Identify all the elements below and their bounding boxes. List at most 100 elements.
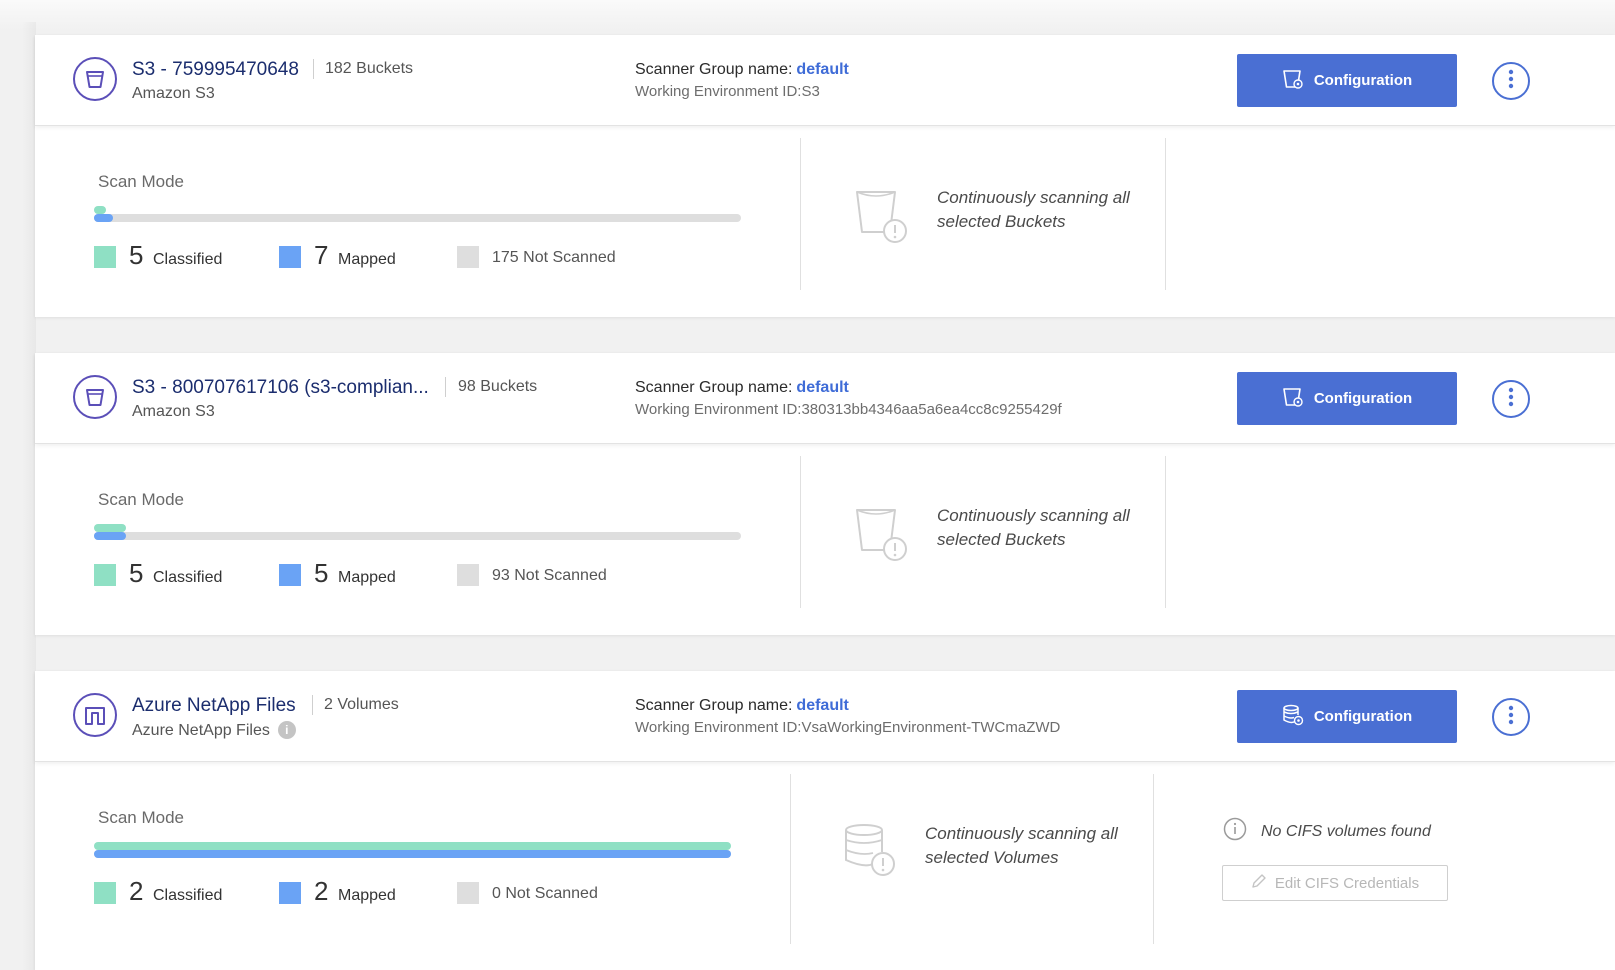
scan-mode-label: Scan Mode bbox=[98, 808, 184, 827]
classified-label: Classified bbox=[153, 569, 223, 586]
bucket-settings-icon bbox=[1282, 68, 1304, 94]
classified-count: 5 bbox=[129, 558, 144, 588]
mapped-progress-fill bbox=[94, 850, 731, 858]
environment-name[interactable]: S3 - 800707617106 (s3-complian... bbox=[132, 377, 429, 399]
scanner-group-label: Scanner Group name: bbox=[635, 379, 793, 396]
bucket-count: 182 Buckets bbox=[325, 60, 414, 77]
mapped-progress-fill bbox=[94, 214, 114, 222]
vertical-dots-icon bbox=[1508, 387, 1514, 412]
mapped-label: Mapped bbox=[338, 887, 396, 904]
configuration-button[interactable]: Configuration bbox=[1237, 690, 1457, 743]
scanner-group-value[interactable]: default bbox=[796, 379, 848, 396]
environment-card-s3-800707617106: S3 - 800707617106 (s3-complian... 98 Buc… bbox=[35, 353, 1615, 635]
not-scanned-label: 0 Not Scanned bbox=[492, 885, 598, 902]
environment-type-label: Azure NetApp Files bbox=[132, 722, 270, 739]
mapped-count: 5 bbox=[314, 558, 329, 588]
classified-legend-swatch bbox=[94, 882, 116, 904]
bucket-icon bbox=[73, 375, 117, 419]
edit-cifs-credentials-button[interactable]: Edit CIFS Credentials bbox=[1222, 865, 1448, 901]
page-edge-shadow bbox=[22, 22, 36, 970]
bucket-count: 98 Buckets bbox=[458, 378, 538, 395]
classified-count: 5 bbox=[129, 240, 144, 270]
environment-card-s3-759995470648: S3 - 759995470648 182 Buckets Amazon S3 … bbox=[35, 35, 1615, 317]
scanner-group-label: Scanner Group name: bbox=[635, 697, 793, 714]
more-options-button[interactable] bbox=[1492, 62, 1530, 100]
mapped-count: 7 bbox=[314, 240, 329, 270]
column-divider bbox=[1165, 456, 1166, 608]
header-separator bbox=[313, 59, 314, 79]
environment-name[interactable]: S3 - 759995470648 bbox=[132, 59, 299, 81]
edit-cifs-credentials-label: Edit CIFS Credentials bbox=[1274, 874, 1420, 892]
scanner-group: Scanner Group name: default bbox=[635, 61, 849, 79]
classified-progress-fill bbox=[94, 842, 731, 850]
working-environment-id: Working Environment ID:380313bb4346aa5a6… bbox=[635, 401, 1062, 418]
environment-name[interactable]: Azure NetApp Files bbox=[132, 695, 296, 717]
header-separator bbox=[445, 377, 446, 397]
environment-type: Amazon S3 bbox=[132, 403, 215, 420]
more-options-button[interactable] bbox=[1492, 698, 1530, 736]
classified-label: Classified bbox=[153, 251, 223, 268]
bucket-settings-icon bbox=[1282, 386, 1304, 412]
classified-legend-swatch bbox=[94, 564, 116, 586]
scan-progress-bar bbox=[94, 524, 741, 540]
mapped-legend-swatch bbox=[279, 246, 301, 268]
working-environment-id: Working Environment ID:VsaWorkingEnviron… bbox=[635, 719, 1061, 736]
info-outline-icon bbox=[1223, 817, 1247, 846]
classified-label: Classified bbox=[153, 887, 223, 904]
mapped-progress-fill bbox=[94, 532, 127, 540]
environment-card-azure-netapp-files: Azure NetApp Files 2 Volumes Azure NetAp… bbox=[35, 671, 1615, 970]
bucket-warning-icon bbox=[853, 506, 911, 569]
scan-mode-label: Scan Mode bbox=[98, 490, 184, 509]
scan-progress-bar bbox=[94, 842, 731, 858]
mapped-legend-swatch bbox=[279, 564, 301, 586]
volume-count: 2 Volumes bbox=[324, 696, 399, 713]
environment-card-header: S3 - 759995470648 182 Buckets Amazon S3 … bbox=[35, 35, 1615, 126]
more-options-button[interactable] bbox=[1492, 380, 1530, 418]
configuration-button[interactable]: Configuration bbox=[1237, 372, 1457, 425]
bucket-warning-icon bbox=[853, 188, 911, 251]
bucket-icon bbox=[73, 57, 117, 101]
cifs-status: No CIFS volumes found bbox=[1223, 817, 1431, 846]
scanner-group: Scanner Group name: default bbox=[635, 379, 849, 397]
database-settings-icon bbox=[1282, 704, 1304, 730]
info-icon[interactable]: i bbox=[277, 721, 296, 739]
configuration-button-label: Configuration bbox=[1313, 708, 1413, 725]
not-scanned-legend-swatch bbox=[457, 246, 479, 268]
configuration-button-label: Configuration bbox=[1313, 390, 1413, 407]
column-divider bbox=[800, 138, 801, 290]
environment-card-header: S3 - 800707617106 (s3-complian... 98 Buc… bbox=[35, 353, 1615, 444]
classified-count: 2 bbox=[129, 876, 144, 906]
scanner-group-value[interactable]: default bbox=[796, 697, 848, 714]
environment-card-header: Azure NetApp Files 2 Volumes Azure NetAp… bbox=[35, 671, 1615, 762]
environment-type: Amazon S3 bbox=[132, 85, 215, 102]
cifs-status-text: No CIFS volumes found bbox=[1261, 823, 1431, 840]
scan-status-text: Continuously scanning all selected Bucke… bbox=[937, 506, 1130, 549]
mapped-legend-swatch bbox=[279, 882, 301, 904]
working-environment-id: Working Environment ID:S3 bbox=[635, 83, 820, 100]
column-divider bbox=[1165, 138, 1166, 290]
column-divider bbox=[800, 456, 801, 608]
not-scanned-legend-swatch bbox=[457, 564, 479, 586]
column-divider bbox=[790, 774, 791, 944]
environment-type: Azure NetApp Files i bbox=[132, 721, 296, 740]
not-scanned-legend-swatch bbox=[457, 882, 479, 904]
mapped-label: Mapped bbox=[338, 251, 396, 268]
pencil-icon bbox=[1251, 873, 1267, 893]
scan-mode-label: Scan Mode bbox=[98, 172, 184, 191]
classified-legend-swatch bbox=[94, 246, 116, 268]
classified-progress-fill bbox=[94, 524, 127, 532]
database-warning-icon bbox=[843, 824, 901, 887]
scan-progress-bar bbox=[94, 206, 741, 222]
scanner-group-value[interactable]: default bbox=[796, 61, 848, 78]
classified-progress-fill bbox=[94, 206, 106, 214]
column-divider bbox=[1153, 774, 1154, 944]
scanner-group-label: Scanner Group name: bbox=[635, 61, 793, 78]
configuration-button[interactable]: Configuration bbox=[1237, 54, 1457, 107]
netapp-files-icon bbox=[73, 693, 117, 737]
scan-status-text: Continuously scanning all selected Bucke… bbox=[937, 188, 1130, 231]
header-separator bbox=[312, 695, 313, 715]
vertical-dots-icon bbox=[1508, 705, 1514, 730]
not-scanned-label: 93 Not Scanned bbox=[492, 567, 607, 584]
configuration-button-label: Configuration bbox=[1313, 72, 1413, 89]
mapped-label: Mapped bbox=[338, 569, 396, 586]
